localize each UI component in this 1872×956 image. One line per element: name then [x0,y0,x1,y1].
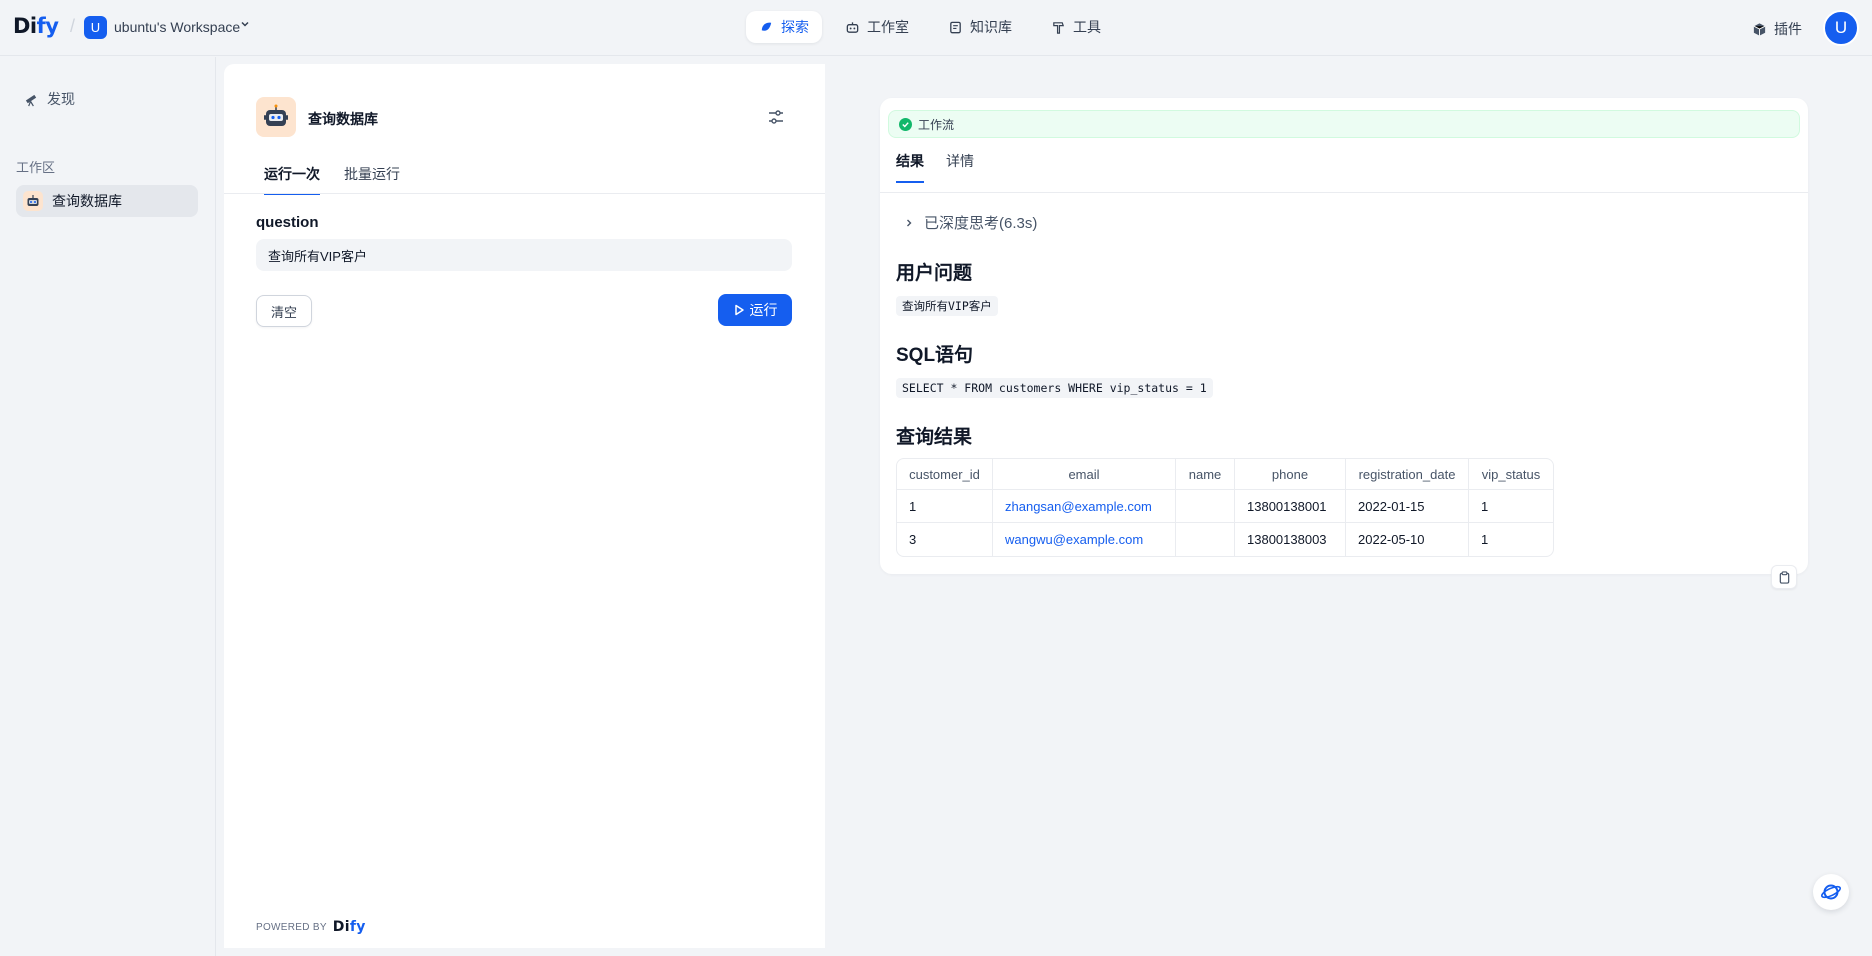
table-cell: 2022-01-15 [1346,490,1469,523]
settings-icon[interactable] [766,107,786,127]
book-icon [950,21,961,33]
sidebar: 发现 工作区 查询数据库 [0,57,216,956]
chevron-down-icon[interactable] [240,18,250,32]
table-header-row: customer_id email name phone registratio… [897,459,1553,490]
table-cell: 1 [897,490,993,523]
result-card: 工作流 结果 详情 已深度思考(6.3s) 用户问题 查询所有VIP客户 SQL… [880,98,1808,574]
table-row: 3 wangwu@example.com 13800138003 2022-05… [897,523,1553,556]
column-header: vip_status [1469,459,1553,490]
sql-heading: SQL语句 [896,345,974,366]
result-heading: 查询结果 [896,427,973,448]
app-title: 查询数据库 [308,111,378,127]
sidebar-item-query-database[interactable]: 查询数据库 [16,185,198,217]
run-button[interactable]: 运行 [718,294,792,326]
check-circle-icon [899,117,912,131]
play-icon [734,304,744,316]
column-header: phone [1235,459,1346,490]
tab-run-once[interactable]: 运行一次 [264,164,320,195]
column-header: name [1176,459,1235,490]
table-cell: 2022-05-10 [1346,523,1469,556]
table-cell: 3 [897,523,993,556]
column-header: email [993,459,1176,490]
email-link[interactable]: zhangsan@example.com [993,490,1176,523]
tab-divider [224,193,825,194]
table-cell [1176,490,1235,523]
plugin-button[interactable]: 插件 [1752,19,1802,39]
thinking-toggle[interactable]: 已深度思考(6.3s) [904,212,1037,233]
nav-studio[interactable]: 工作室 [832,11,922,43]
tab-detail[interactable]: 详情 [946,151,974,181]
result-tab-divider [880,192,1808,193]
table-cell: 13800138003 [1235,523,1346,556]
cube-icon [1753,22,1766,36]
chevron-right-icon [907,219,912,226]
dify-mini-logo: Dify [332,919,366,935]
dify-logo[interactable]: Dify [13,14,59,38]
tab-result[interactable]: 结果 [896,151,924,183]
tab-batch-run[interactable]: 批量运行 [344,164,400,193]
table-cell [1176,523,1235,556]
help-chat-button[interactable] [1813,874,1849,910]
robot-avatar-icon [23,191,43,211]
robot-icon [846,21,859,33]
workspace-name[interactable]: ubuntu's Workspace [114,19,240,35]
hammer-icon [1053,21,1065,34]
app-run-panel: 查询数据库 运行一次 批量运行 question 清空 运行 POWERED B… [224,64,825,948]
question-code: 查询所有VIP客户 [896,296,998,316]
table-row: 1 zhangsan@example.com 13800138001 2022-… [897,490,1553,523]
planet-icon [1821,884,1841,900]
nav-tools[interactable]: 工具 [1038,11,1114,43]
copy-button[interactable] [1771,565,1797,589]
workspace-avatar[interactable]: U [84,16,107,39]
clear-button[interactable]: 清空 [256,295,312,327]
column-header: customer_id [897,459,993,490]
table-cell: 1 [1481,532,1489,547]
app-robot-icon [256,97,296,137]
question-input[interactable] [256,239,792,271]
clipboard-icon [1779,570,1789,584]
nav-knowledge[interactable]: 知识库 [935,11,1025,43]
query-result-table: customer_id email name phone registratio… [896,458,1554,557]
explore-icon [761,22,772,31]
question-label: question [256,214,319,231]
workspace-section-label: 工作区 [16,160,56,175]
sidebar-item-discover[interactable]: 发现 [24,89,75,109]
table-cell: 13800138001 [1235,490,1346,523]
sql-code: SELECT * FROM customers WHERE vip_status… [896,378,1213,398]
powered-by: POWERED BY Dify [256,919,366,935]
column-header: registration_date [1346,459,1469,490]
question-heading: 用户问题 [896,263,973,284]
table-cell: 1 [1469,490,1553,523]
user-avatar[interactable]: U [1823,10,1859,46]
telescope-icon [25,94,37,106]
email-link[interactable]: wangwu@example.com [993,523,1176,556]
workflow-status-badge[interactable]: 工作流 [888,110,1800,138]
nav-explore[interactable]: 探索 [746,11,822,43]
top-bar: Dify / U ubuntu's Workspace 探索 工作室 知识库 工… [0,0,1872,56]
header-separator: / [70,16,76,36]
